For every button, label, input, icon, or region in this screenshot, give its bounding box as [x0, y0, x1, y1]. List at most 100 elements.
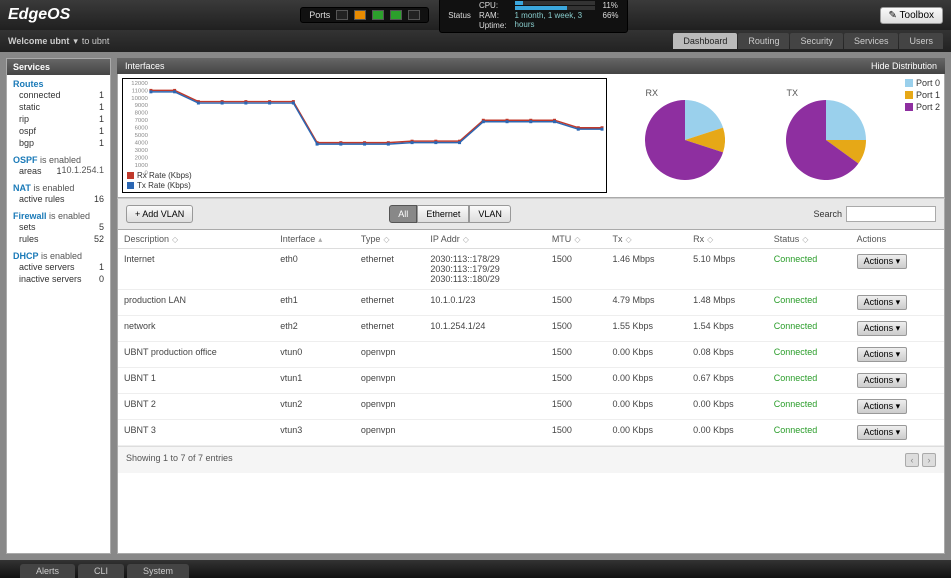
cpu-pct: 11% [603, 1, 619, 10]
svg-text:11000: 11000 [132, 88, 149, 94]
row-actions-button[interactable]: Actions ▾ [857, 254, 908, 269]
cell-desc: production LAN [118, 290, 274, 316]
col-description[interactable]: Description◇ [118, 230, 274, 249]
cell-tx: 1.46 Mbps [606, 249, 687, 290]
table-row: UBNT 1vtun1openvpn15000.00 Kbps0.67 Kbps… [118, 368, 944, 394]
toolbox-label: Toolbox [900, 10, 934, 21]
tab-dashboard[interactable]: Dashboard [673, 33, 737, 49]
cell-if: eth1 [274, 290, 355, 316]
legend-item: Port 1 [905, 90, 940, 100]
port-4-icon [408, 10, 420, 20]
svg-text:1000: 1000 [135, 163, 149, 169]
cell-desc: UBNT 1 [118, 368, 274, 394]
cell-type: ethernet [355, 249, 424, 290]
sidebar-group-dhcp[interactable]: DHCP is enabled [13, 251, 104, 261]
cell-tx: 0.00 Kbps [606, 420, 687, 446]
tab-services[interactable]: Services [844, 33, 899, 49]
pie-legend: Port 0Port 1Port 2 [905, 78, 940, 193]
svg-text:7000: 7000 [135, 118, 149, 124]
cell-status: Connected [768, 249, 851, 290]
cell-tx: 0.00 Kbps [606, 394, 687, 420]
footer-tab-cli[interactable]: CLI [78, 564, 124, 578]
status-box: Status CPU: RAM: Uptime: 1 month, 1 week… [439, 0, 627, 33]
legend-item: Tx Rate (Kbps) [127, 181, 192, 190]
prev-page-button[interactable]: ‹ [905, 453, 919, 467]
col-interface[interactable]: Interface▴ [274, 230, 355, 249]
col-rx[interactable]: Rx◇ [687, 230, 768, 249]
row-actions-button[interactable]: Actions ▾ [857, 321, 908, 336]
cell-if: eth0 [274, 249, 355, 290]
status-label: Status [448, 11, 471, 20]
svg-text:12000: 12000 [131, 81, 148, 87]
sidebar-group-firewall[interactable]: Firewall is enabled [13, 211, 104, 221]
svg-text:3000: 3000 [135, 148, 149, 154]
port-0-icon [336, 10, 348, 20]
chart-legend: Rx Rate (Kbps)Tx Rate (Kbps) [127, 171, 192, 190]
cell-mtu: 1500 [546, 290, 607, 316]
ports-label: Ports [309, 10, 330, 20]
ports-box: Ports [300, 7, 429, 23]
wrench-icon: ✎ [889, 10, 897, 21]
sidebar-item: active servers1 [13, 261, 104, 273]
cell-rx: 5.10 Mbps [687, 249, 768, 290]
uptime-label: Uptime: [479, 21, 507, 30]
search-input[interactable] [846, 206, 936, 222]
sidebar-group-ospf[interactable]: OSPF is enabled 10.1.254.1 [13, 155, 104, 165]
ram-label: RAM: [479, 11, 507, 20]
footer-tab-system[interactable]: System [127, 564, 189, 578]
welcome-dropdown-icon[interactable]: ▾ [73, 36, 78, 47]
filter-vlan-button[interactable]: VLAN [469, 205, 511, 223]
cell-type: ethernet [355, 290, 424, 316]
sidebar-group-routes[interactable]: Routes [13, 79, 104, 89]
row-actions-button[interactable]: Actions ▾ [857, 295, 908, 310]
interfaces-header: Interfaces Hide Distribution [117, 58, 945, 74]
cell-desc: network [118, 316, 274, 342]
toolbox-button[interactable]: ✎ Toolbox [880, 7, 943, 24]
row-actions-button[interactable]: Actions ▾ [857, 425, 908, 440]
col-type[interactable]: Type◇ [355, 230, 424, 249]
cell-type: openvpn [355, 368, 424, 394]
uptime-value: 1 month, 1 week, 3 hours [515, 11, 595, 29]
sidebar-group-nat[interactable]: NAT is enabled [13, 183, 104, 193]
col-tx[interactable]: Tx◇ [606, 230, 687, 249]
logo: EdgeOS [8, 6, 70, 24]
hide-distribution-link[interactable]: Hide Distribution [871, 61, 937, 71]
tab-security[interactable]: Security [790, 33, 843, 49]
cell-desc: UBNT 2 [118, 394, 274, 420]
filter-ethernet-button[interactable]: Ethernet [417, 205, 469, 223]
port-2-icon [372, 10, 384, 20]
legend-item: Port 2 [905, 102, 940, 112]
cell-desc: UBNT production office [118, 342, 274, 368]
table-row: production LANeth1ethernet10.1.0.1/23150… [118, 290, 944, 316]
cell-desc: UBNT 3 [118, 420, 274, 446]
col-actions[interactable]: Actions [851, 230, 944, 249]
col-status[interactable]: Status◇ [768, 230, 851, 249]
cell-mtu: 1500 [546, 342, 607, 368]
col-ip-addr[interactable]: IP Addr◇ [424, 230, 545, 249]
cell-rx: 0.00 Kbps [687, 420, 768, 446]
cell-status: Connected [768, 368, 851, 394]
sidebar-item: areas1 [13, 165, 61, 177]
filter-segment: AllEthernetVLAN [389, 205, 511, 223]
next-page-button[interactable]: › [922, 453, 936, 467]
svg-text:2000: 2000 [135, 156, 149, 162]
col-mtu[interactable]: MTU◇ [546, 230, 607, 249]
cell-mtu: 1500 [546, 249, 607, 290]
row-actions-button[interactable]: Actions ▾ [857, 373, 908, 388]
cell-mtu: 1500 [546, 316, 607, 342]
svg-text:9000: 9000 [135, 103, 149, 109]
svg-text:6000: 6000 [135, 126, 149, 132]
tab-users[interactable]: Users [899, 33, 943, 49]
add-vlan-button[interactable]: + Add VLAN [126, 205, 193, 223]
charts-panel: 0100020003000400050006000700080009000100… [117, 74, 945, 198]
filter-all-button[interactable]: All [389, 205, 417, 223]
cell-if: vtun1 [274, 368, 355, 394]
top-bar: EdgeOS Ports Status CPU: RAM: Uptime: 1 … [0, 0, 951, 30]
sidebar-item: inactive servers0 [13, 273, 104, 285]
row-actions-button[interactable]: Actions ▾ [857, 399, 908, 414]
tab-routing[interactable]: Routing [738, 33, 789, 49]
ram-bar [515, 6, 595, 10]
controls-row: + Add VLAN AllEthernetVLAN Search [117, 198, 945, 230]
footer-tab-alerts[interactable]: Alerts [20, 564, 75, 578]
row-actions-button[interactable]: Actions ▾ [857, 347, 908, 362]
